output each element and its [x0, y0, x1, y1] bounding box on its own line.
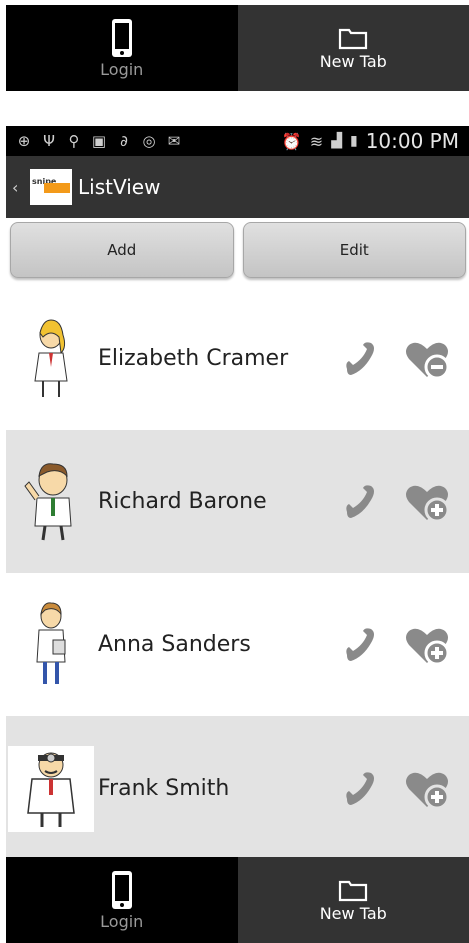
favorite-add-icon[interactable] — [403, 765, 451, 813]
contact-name: Anna Sanders — [98, 632, 251, 657]
signal-icon: ▟ — [331, 133, 342, 149]
avatar — [8, 459, 94, 545]
status-time: 10:00 PM — [365, 129, 459, 153]
page-title: ListView — [78, 175, 161, 199]
bottom-tab-bar: Login New Tab — [6, 857, 469, 943]
list-item[interactable]: Elizabeth Cramer — [6, 287, 469, 430]
phone-device-icon — [111, 870, 132, 909]
phone-call-icon[interactable] — [337, 480, 381, 524]
tab-login-label: Login — [100, 911, 144, 931]
phone-call-icon[interactable] — [337, 623, 381, 667]
favorite-add-icon[interactable] — [403, 478, 451, 526]
tab-new-tab-label: New Tab — [319, 903, 387, 923]
tab-new-tab[interactable]: New Tab — [237, 5, 469, 91]
contact-name: Elizabeth Cramer — [98, 346, 289, 371]
avatar — [8, 745, 94, 832]
folder-icon — [339, 880, 368, 901]
phone-call-icon[interactable] — [337, 767, 381, 811]
favorite-add-icon[interactable] — [403, 621, 451, 669]
account-icon: ◎ — [142, 132, 156, 150]
top-tab-bar: Login New Tab — [6, 5, 469, 91]
sync-icon: ∂ — [120, 132, 128, 150]
tab-new-tab-label: New Tab — [319, 51, 387, 71]
contact-name: Frank Smith — [98, 776, 230, 801]
list-item[interactable]: Frank Smith — [6, 716, 469, 861]
list-item[interactable]: Anna Sanders — [6, 573, 469, 716]
app-logo[interactable]: snipe — [30, 169, 72, 205]
status-bar: ⊕ Ψ ⚲ ▣ ∂ ◎ ✉ ⏰ ≋ ▟ ▮ 10:00 PM — [6, 126, 469, 156]
contact-name: Richard Barone — [98, 489, 267, 514]
edit-button[interactable]: Edit — [242, 222, 466, 278]
mail-icon: ✉ — [167, 132, 181, 150]
nurse-avatar-icon — [36, 601, 66, 684]
phone-call-icon[interactable] — [337, 337, 381, 381]
tab-login[interactable]: Login — [6, 5, 238, 91]
tab-new-tab[interactable]: New Tab — [237, 857, 469, 943]
doctor-man-avatar-icon — [24, 462, 72, 540]
contact-list: Elizabeth Cramer Richard Barone Anna San… — [6, 287, 469, 861]
back-chevron-icon[interactable]: ‹ — [12, 178, 24, 197]
alarm-icon: ⏰ — [281, 131, 302, 151]
location-icon: ⚲ — [68, 132, 80, 150]
tab-login-label: Login — [100, 59, 144, 79]
battery-icon: ▮ — [349, 133, 358, 149]
avatar — [8, 316, 94, 402]
tab-login[interactable]: Login — [6, 857, 238, 943]
folder-icon — [339, 28, 368, 49]
add-button[interactable]: Add — [10, 222, 234, 278]
image-icon: ▣ — [91, 132, 107, 150]
favorite-remove-icon[interactable] — [403, 335, 451, 383]
logo-accent — [44, 183, 70, 193]
usb-icon: Ψ — [43, 132, 55, 150]
doctor-woman-avatar-icon — [34, 318, 68, 397]
add-notification-icon: ⊕ — [17, 132, 31, 150]
action-bar: ‹ snipe ListView — [6, 156, 469, 218]
avatar — [8, 601, 94, 688]
phone-device-icon — [111, 18, 132, 57]
wifi-icon: ≋ — [309, 131, 324, 151]
list-item[interactable]: Richard Barone — [6, 430, 469, 573]
action-buttons: Add Edit — [10, 222, 466, 278]
doctor-headmirror-avatar-icon — [27, 752, 75, 827]
